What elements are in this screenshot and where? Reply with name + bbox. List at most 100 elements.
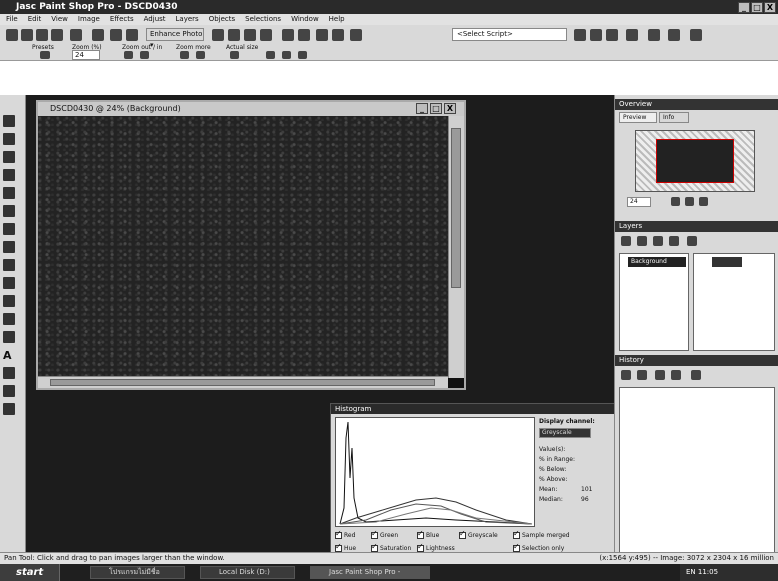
horizontal-scrollbar[interactable] xyxy=(38,376,448,388)
check-sample-merged[interactable]: Sample merged xyxy=(513,529,570,539)
zoom-more-out-icon[interactable] xyxy=(180,51,189,59)
materials-icon[interactable] xyxy=(298,29,310,41)
minimize-button[interactable]: _ xyxy=(738,1,750,13)
zoom-more-in-icon[interactable] xyxy=(196,51,205,59)
image-canvas[interactable] xyxy=(38,116,448,378)
preset-shape-tool-icon[interactable] xyxy=(3,367,15,379)
browse-icon[interactable] xyxy=(36,29,48,41)
check-lightness[interactable]: Lightness xyxy=(417,542,455,552)
new-layer-icon[interactable] xyxy=(621,236,631,246)
new-vector-layer-icon[interactable] xyxy=(637,236,647,246)
horizontal-scroll-thumb[interactable] xyxy=(50,379,435,386)
tab-info[interactable]: Info xyxy=(659,112,689,123)
image-icon[interactable] xyxy=(350,29,362,41)
check-selection-only-box[interactable] xyxy=(513,542,520,552)
menu-objects[interactable]: Objects xyxy=(209,14,235,25)
enhance-photo-button[interactable]: Enhance Photo ▾ xyxy=(146,28,204,49)
history-clear-icon[interactable] xyxy=(691,370,701,380)
save-icon[interactable] xyxy=(70,29,82,41)
flip-icon[interactable] xyxy=(260,29,272,41)
task-button-2[interactable]: Local Disk (D:) xyxy=(200,566,295,579)
check-green-box[interactable] xyxy=(371,529,378,539)
zoom-in-icon[interactable] xyxy=(140,51,149,59)
fit-screen-icon[interactable] xyxy=(298,51,307,59)
check-lightness-box[interactable] xyxy=(417,542,424,552)
layer-row-background[interactable]: Background xyxy=(628,257,686,267)
script-edit-icon[interactable] xyxy=(606,29,618,41)
overview-toggle-icon[interactable] xyxy=(332,29,344,41)
check-blue-box[interactable] xyxy=(417,529,424,539)
undo-icon[interactable] xyxy=(110,29,122,41)
fit-window-icon[interactable] xyxy=(266,51,275,59)
history-list[interactable] xyxy=(619,387,775,557)
draw-tool-icon[interactable] xyxy=(3,385,15,397)
histogram-title-bar[interactable]: Histogram xyxy=(331,404,635,414)
text-tool-icon[interactable]: A xyxy=(3,349,15,362)
print-icon[interactable] xyxy=(92,29,104,41)
menu-edit[interactable]: Edit xyxy=(28,14,42,25)
overview-zoom-in-icon[interactable] xyxy=(685,197,694,206)
task-button-1[interactable]: โปรแกรมไม่มีชื่อ xyxy=(90,566,185,579)
actual-size-icon[interactable] xyxy=(230,51,239,59)
redo-icon[interactable] xyxy=(126,29,138,41)
task-button-3[interactable]: Jasc Paint Shop Pro - xyxy=(310,566,430,579)
overview-zoom-input[interactable]: 24 xyxy=(627,197,651,207)
maximize-button[interactable]: □ xyxy=(751,1,763,13)
script-select[interactable]: <Select Script> xyxy=(452,28,567,41)
check-hue-box[interactable] xyxy=(335,542,342,552)
duplicate-layer-icon[interactable] xyxy=(653,236,663,246)
menu-view[interactable]: View xyxy=(51,14,68,25)
script-cancel-icon[interactable] xyxy=(668,29,680,41)
image-maximize-button[interactable]: □ xyxy=(430,103,442,114)
overview-pan-icon[interactable] xyxy=(699,197,708,206)
menu-image[interactable]: Image xyxy=(78,14,100,25)
overview-viewport[interactable] xyxy=(656,139,734,183)
record-script-icon[interactable] xyxy=(590,29,602,41)
check-green[interactable]: Green xyxy=(371,529,398,539)
move-tool-icon[interactable] xyxy=(3,169,15,181)
close-button[interactable]: X xyxy=(764,1,776,13)
script-stop-icon[interactable] xyxy=(626,29,638,41)
overview-preview[interactable] xyxy=(635,130,755,192)
check-sample-merged-box[interactable] xyxy=(513,529,520,539)
menu-window[interactable]: Window xyxy=(291,14,319,25)
image-window-title-bar[interactable]: DSCD0430 @ 24% (Background) xyxy=(38,102,464,116)
history-undo-selected-icon[interactable] xyxy=(655,370,665,380)
presets-icon[interactable] xyxy=(40,51,50,59)
new-icon[interactable] xyxy=(6,29,18,41)
history-undo-icon[interactable] xyxy=(621,370,631,380)
menu-selections[interactable]: Selections xyxy=(245,14,281,25)
check-greyscale-box[interactable] xyxy=(459,529,466,539)
delete-layer-icon[interactable] xyxy=(669,236,679,246)
crop-icon[interactable] xyxy=(212,29,224,41)
history-title-bar[interactable]: History xyxy=(615,355,778,366)
tab-preview[interactable]: Preview xyxy=(619,112,657,123)
vertical-scroll-thumb[interactable] xyxy=(451,128,461,288)
overview-title-bar[interactable]: Overview xyxy=(615,99,778,110)
layer-properties-icon[interactable] xyxy=(687,236,697,246)
check-blue[interactable]: Blue xyxy=(417,529,439,539)
start-button[interactable]: start xyxy=(0,564,60,581)
layer-thumbnail[interactable] xyxy=(712,257,742,267)
channel-select[interactable]: Greyscale xyxy=(539,428,591,438)
straighten-icon[interactable] xyxy=(228,29,240,41)
scan-icon[interactable] xyxy=(51,29,63,41)
check-greyscale[interactable]: Greyscale xyxy=(459,529,498,539)
history-redo-icon[interactable] xyxy=(637,370,647,380)
menu-effects[interactable]: Effects xyxy=(110,14,134,25)
flood-fill-tool-icon[interactable] xyxy=(3,313,15,325)
layers-title-bar[interactable]: Layers xyxy=(615,221,778,232)
check-hue[interactable]: Hue xyxy=(335,542,356,552)
retouch-tool-icon[interactable] xyxy=(3,277,15,289)
menu-adjust[interactable]: Adjust xyxy=(144,14,166,25)
histogram-toggle-icon[interactable] xyxy=(316,29,328,41)
image-minimize-button[interactable]: _ xyxy=(416,103,428,114)
run-script-icon[interactable] xyxy=(574,29,586,41)
pan-tool-icon[interactable] xyxy=(3,115,15,127)
open-icon[interactable] xyxy=(21,29,33,41)
eraser-tool-icon[interactable] xyxy=(3,295,15,307)
layers-toggle-icon[interactable] xyxy=(282,29,294,41)
script-save-icon[interactable] xyxy=(690,29,702,41)
selection-tool-icon[interactable] xyxy=(3,187,15,199)
clone-brush-tool-icon[interactable] xyxy=(3,259,15,271)
